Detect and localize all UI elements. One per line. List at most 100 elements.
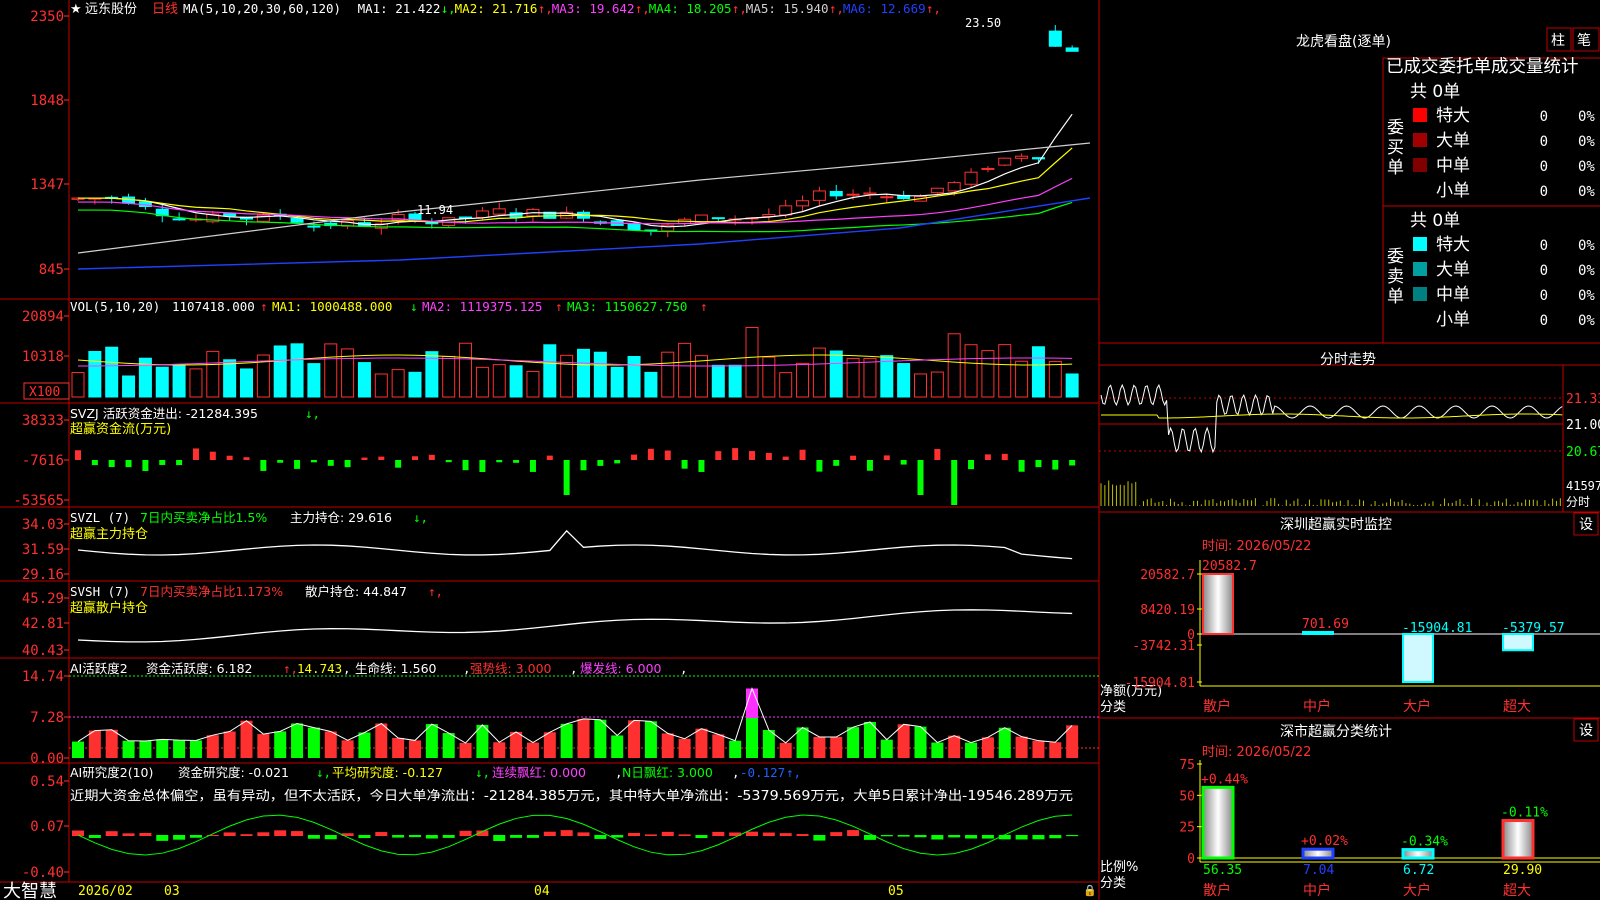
monitor-y-tick: -15904.81 [1125,676,1195,691]
research-bar [712,831,725,836]
y-tick-label: 38333 [22,413,64,429]
activity-bar [1015,736,1028,758]
research-comment: 近期大资金总体偏空，虽有异动，但不太活跃，今日大单净流出：-21284.385万… [70,788,1073,804]
volume-bar [964,344,978,398]
ma-legend-arrow: ↑, [732,1,747,16]
activity-bar [897,724,910,758]
legend-swatch [1413,158,1427,172]
monitor-y-tick: 8420.19 [1140,603,1195,618]
activity-bar [746,688,758,718]
research-bar [746,831,758,836]
flow-bar [614,460,621,464]
research-bar [122,833,135,836]
volume-bar [374,373,388,398]
research-bar [189,835,202,838]
candle [829,190,843,197]
activity-bar [392,737,405,758]
flow-bar [951,460,958,505]
classify-value-label: 29.90 [1503,863,1542,878]
svsh-y-axis: 45.29 42.81 40.43 [22,591,69,659]
res-d-sep: , [732,765,740,780]
volume-bar [711,364,725,398]
trading-screen: ★ 远东股份 日线 MA(5,10,20,30,60,120) MA1: 21.… [0,0,1600,900]
candle [998,157,1012,166]
activity-bar [341,740,354,758]
y-tick-label: 1848 [30,93,64,109]
volume-bar [442,355,456,398]
classify-settings-label: 设 [1579,723,1593,739]
research-bar [847,830,860,836]
research-bar [695,835,708,839]
order-percent: 0% [1578,109,1595,125]
intraday-vol-unit: 分时 [1566,495,1590,509]
classify-change-label: -0.11% [1501,806,1548,821]
order-type: 中单 [1436,156,1470,176]
monitor-bar-label: -15904.81 [1402,621,1472,636]
res-c: 连续飘红: 0.000 [492,765,586,780]
activity-bar [1049,742,1062,758]
y-tick-label: 31.59 [22,542,64,558]
classify-bar [1201,785,1235,860]
volume-bar [492,364,506,398]
ma-params: MA(5,10,20,30,60,120) [183,1,341,16]
intraday-y-axis: 21.33 21.00 20.67 [1566,392,1600,460]
lock-icon[interactable]: 🔒 [1083,884,1097,897]
y-tick-label: 34.03 [22,517,64,533]
star-icon: ★ [70,2,82,17]
stock-name[interactable]: 远东股份 [85,2,137,17]
activity-bar [223,731,236,758]
period-label[interactable]: 日线 [152,2,178,17]
buy-side-label: 委 [1387,118,1404,138]
activity-bar [459,742,472,758]
classify-category: 大户 [1403,882,1431,899]
sell-side-label: 委 [1387,247,1404,267]
low-price-label: 11.94 [417,203,453,217]
act-c: 生命线: 1.560 [355,661,437,676]
monitor-xlabel: 分类 [1100,700,1126,715]
flow-bar [799,449,806,460]
timeline-month: 03 [164,884,180,899]
order-percent: 0% [1578,159,1595,175]
activity-bar [122,740,135,758]
research-bar [661,831,674,836]
legend-swatch [1413,133,1427,147]
volume-bar [459,342,473,398]
res-b-arrow: ↓, [475,765,490,780]
order-percent: 0% [1578,184,1595,200]
activity-bar [611,735,624,758]
y-tick-label: 845 [39,262,64,278]
volume-bar [240,368,253,398]
flow-bar [125,460,132,468]
flow-bar [546,455,553,460]
res-b: 平均研究度: -0.127 [332,765,443,780]
vol-ma3: MA3: 1150627.750 [567,299,687,314]
activity-bar [948,735,961,758]
vol-ma2: MA2: 1119375.125 [422,299,542,314]
flow-bar [378,456,385,460]
candle [981,167,995,170]
classify-category: 中户 [1303,882,1331,899]
classify-y-tick: 50 [1179,789,1195,804]
res-a-arrow: ↓, [316,765,331,780]
act-b: 14.743 [297,661,342,676]
volume-bar [661,351,675,398]
order-type: 大单 [1436,260,1470,280]
candle [223,213,237,217]
volume-bar [543,344,557,398]
classify-title: 深市超赢分类统计 [1280,723,1392,740]
volume-bar [829,350,843,398]
candle [425,222,439,225]
candle [779,205,793,216]
order-percent: 0% [1578,288,1595,304]
intraday-y-tick: 21.33 [1566,392,1600,407]
svzj-label: SVZJ 活跃资金进出: -21284.395 [70,406,258,421]
flow-bar [647,448,654,460]
research-bar [392,835,405,838]
activity-bar [981,737,994,758]
volume-bar [728,364,742,398]
activity-bar [526,742,539,758]
research-bar [139,832,152,836]
candle [1065,47,1079,52]
svzl-subtitle: 超赢主力持仓 [70,526,148,542]
activity-bar [931,742,944,758]
